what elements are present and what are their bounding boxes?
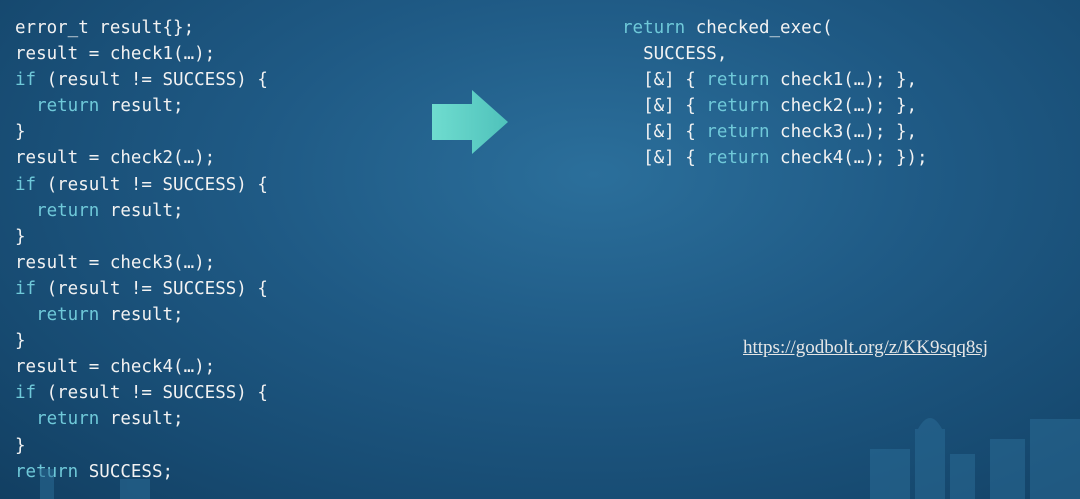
right-arrow-icon <box>432 90 508 158</box>
code-line: if (result != SUCCESS) { <box>15 172 268 198</box>
code-text: result = check2(…); <box>15 148 216 169</box>
code-text: [&] { <box>622 70 707 91</box>
right-code-block: return checked_exec( SUCCESS, [&] { retu… <box>622 15 928 172</box>
code-line: return result; <box>15 302 268 328</box>
code-keyword: return <box>36 305 100 326</box>
code-keyword: if <box>15 174 37 195</box>
code-line: result = check3(…); <box>15 250 268 276</box>
code-line: result = check2(…); <box>15 145 268 171</box>
code-text: (result != SUCCESS) { <box>36 174 268 195</box>
code-line: [&] { return check2(…); }, <box>622 93 928 119</box>
code-text: [&] { <box>622 96 707 117</box>
code-text: [&] { <box>622 148 707 169</box>
godbolt-link[interactable]: https://godbolt.org/z/KK9sqq8sj <box>743 337 988 359</box>
code-text: check2(…); }, <box>769 96 918 117</box>
code-line: return checked_exec( <box>622 15 928 41</box>
code-text: check1(…); }, <box>769 70 918 91</box>
code-keyword: return <box>36 96 100 117</box>
code-line: return result; <box>15 198 268 224</box>
code-text: result; <box>99 96 184 117</box>
code-text: result; <box>99 305 184 326</box>
code-line: } <box>15 224 268 250</box>
city-skyline-decoration <box>40 418 1080 499</box>
code-text: checked_exec( <box>685 18 833 38</box>
code-keyword: return <box>706 122 770 143</box>
code-text: SUCCESS, <box>622 44 728 65</box>
code-keyword: return <box>706 96 770 117</box>
code-text: } <box>15 226 26 247</box>
code-keyword: return <box>706 148 770 169</box>
code-text: (result != SUCCESS) { <box>36 383 268 404</box>
code-line: if (result != SUCCESS) { <box>15 67 268 93</box>
code-text: result; <box>99 200 184 221</box>
code-keyword: return <box>706 70 770 91</box>
code-line: if (result != SUCCESS) { <box>15 276 268 302</box>
code-line: [&] { return check1(…); }, <box>622 67 928 93</box>
code-text: (result != SUCCESS) { <box>36 278 268 299</box>
code-line: [&] { return check3(…); }, <box>622 119 928 145</box>
code-text: (result != SUCCESS) { <box>36 70 268 91</box>
code-line: return result; <box>15 93 268 119</box>
slide: { "left_code": [ [{"t":"error_t result{}… <box>0 0 1080 499</box>
code-line: } <box>15 328 268 354</box>
code-keyword: if <box>15 278 37 299</box>
code-text: result = check4(…); <box>15 357 216 378</box>
code-text: result = check1(…); <box>15 44 216 65</box>
code-line: result = check1(…); <box>15 41 268 67</box>
code-line: } <box>15 119 268 145</box>
code-keyword: return <box>36 200 100 221</box>
code-line: result = check4(…); <box>15 354 268 380</box>
code-text: } <box>15 122 26 143</box>
code-keyword: return <box>622 18 686 38</box>
code-keyword: if <box>15 70 37 91</box>
code-text: check4(…); }); <box>769 148 928 169</box>
code-line: if (result != SUCCESS) { <box>15 380 268 406</box>
code-text: result = check3(…); <box>15 252 216 273</box>
code-line: [&] { return check4(…); }); <box>622 145 928 171</box>
code-text: } <box>15 331 26 352</box>
code-keyword: if <box>15 383 37 404</box>
code-text: [&] { <box>622 122 707 143</box>
code-line: error_t result{}; <box>15 15 268 41</box>
code-line: SUCCESS, <box>622 41 928 67</box>
code-text: error_t result{}; <box>15 18 195 38</box>
code-text: check3(…); }, <box>769 122 918 143</box>
